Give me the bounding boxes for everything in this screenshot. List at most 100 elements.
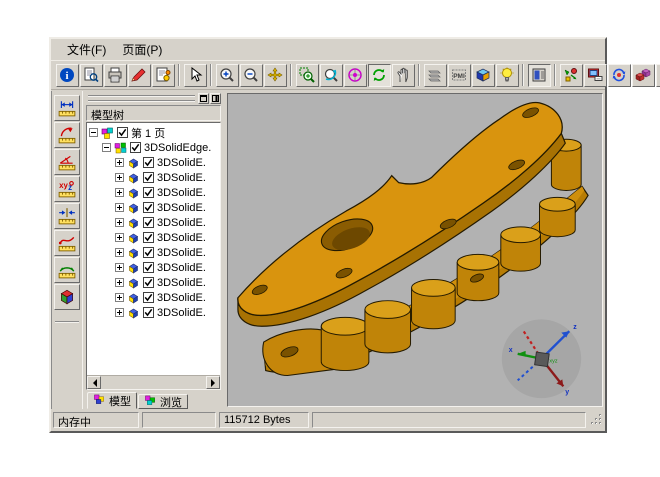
expand-toggle[interactable] <box>115 173 124 182</box>
spin-button[interactable] <box>368 64 391 87</box>
tree-row-part[interactable]: 3DSolidE. <box>89 200 220 215</box>
expand-toggle[interactable] <box>115 263 124 272</box>
layers-button[interactable] <box>424 64 447 87</box>
view-cube-button[interactable] <box>472 64 495 87</box>
scroll-left-button[interactable] <box>87 376 101 389</box>
panel-grip[interactable] <box>86 93 221 103</box>
visibility-checkbox[interactable] <box>143 262 154 273</box>
toolbar-separator <box>522 64 524 86</box>
tree-row-part[interactable]: 3DSolidE. <box>89 215 220 230</box>
expand-toggle[interactable] <box>115 203 124 212</box>
visibility-checkbox[interactable] <box>143 202 154 213</box>
solid-cube-icon <box>127 217 140 229</box>
zoom-in-button[interactable] <box>216 64 239 87</box>
solids-button[interactable] <box>632 64 655 87</box>
pan-button[interactable] <box>264 64 287 87</box>
panel-float-button[interactable] <box>198 93 209 104</box>
dim-distance-button[interactable] <box>54 203 80 229</box>
annotate-button[interactable] <box>128 64 151 87</box>
pmi-button[interactable]: PMI <box>448 64 471 87</box>
expand-toggle[interactable] <box>115 278 124 287</box>
info-icon: i <box>59 67 75 83</box>
visibility-checkbox[interactable] <box>143 307 154 318</box>
expand-toggle[interactable] <box>115 158 124 167</box>
bom-button[interactable]: BOM <box>656 64 660 87</box>
menu-file[interactable]: 文件(F) <box>59 39 114 60</box>
tab-label: 浏览 <box>160 394 182 410</box>
tree-node-label: 3DSolidE. <box>157 307 206 319</box>
tab-browse[interactable]: 浏览 <box>138 394 188 409</box>
viewport[interactable]: z x y xyz <box>227 93 603 407</box>
visibility-checkbox[interactable] <box>143 172 154 183</box>
expand-toggle[interactable] <box>115 248 124 257</box>
export-button[interactable] <box>152 64 175 87</box>
info-button[interactable]: i <box>56 64 79 87</box>
toolbar-group: BOM <box>559 64 660 87</box>
zoom-out-button[interactable] <box>240 64 263 87</box>
tree-row-part[interactable]: 3DSolidE. <box>89 170 220 185</box>
tab-label: 模型 <box>109 393 131 409</box>
dim-angle-button[interactable] <box>54 149 80 175</box>
update-view-button[interactable] <box>608 64 631 87</box>
zoom-window-button[interactable] <box>296 64 319 87</box>
visibility-checkbox[interactable] <box>117 127 128 138</box>
visibility-checkbox[interactable] <box>130 142 141 153</box>
solid-cube-icon <box>127 157 140 169</box>
visibility-checkbox[interactable] <box>143 247 154 258</box>
panel-grip-lines[interactable] <box>88 96 195 101</box>
dim-radius-button[interactable] <box>54 122 80 148</box>
tree-horizontal-scrollbar[interactable] <box>87 375 220 389</box>
3d-view[interactable]: z x y xyz <box>228 94 602 406</box>
expand-toggle[interactable] <box>115 293 124 302</box>
lighting-button[interactable] <box>496 64 519 87</box>
assembly-button[interactable] <box>560 64 583 87</box>
expand-toggle[interactable] <box>115 218 124 227</box>
resize-grip[interactable] <box>590 413 603 426</box>
tree-row-part[interactable]: 3DSolidE. <box>89 230 220 245</box>
orbit-button[interactable] <box>344 64 367 87</box>
tab-model[interactable]: 模型 <box>87 392 137 409</box>
tree-row-part[interactable]: 3DSolidE. <box>89 245 220 260</box>
print-button[interactable] <box>104 64 127 87</box>
dim-coordinate-button[interactable]: xyz <box>54 176 80 202</box>
part-top-plate <box>238 103 562 316</box>
tree-row-part[interactable]: 3DSolidE. <box>89 155 220 170</box>
screen-print-button[interactable] <box>584 64 607 87</box>
expand-toggle[interactable] <box>115 233 124 242</box>
dim-arc-button[interactable] <box>54 257 80 283</box>
menu-page[interactable]: 页面(P) <box>114 39 170 60</box>
panel-hide-button[interactable] <box>210 93 221 104</box>
visibility-checkbox[interactable] <box>143 187 154 198</box>
expand-toggle[interactable] <box>115 188 124 197</box>
visibility-checkbox[interactable] <box>143 217 154 228</box>
tree-row-part[interactable]: 3DSolidE. <box>89 305 220 320</box>
visibility-checkbox[interactable] <box>143 157 154 168</box>
dim-horizontal-icon <box>58 99 76 117</box>
visibility-checkbox[interactable] <box>143 277 154 288</box>
visibility-checkbox[interactable] <box>143 292 154 303</box>
tree-row-part[interactable]: 3DSolidE. <box>89 260 220 275</box>
tree-row-part[interactable]: 3DSolidE. <box>89 185 220 200</box>
tree-row-assembly[interactable]: 3DSolidEdge. <box>89 140 220 155</box>
hand-pan-button[interactable] <box>392 64 415 87</box>
open-preview-button[interactable] <box>80 64 103 87</box>
visibility-checkbox[interactable] <box>143 232 154 243</box>
collapse-toggle[interactable] <box>102 143 111 152</box>
view-3d-box-button[interactable] <box>54 284 80 310</box>
tree-node-label: 3DSolidE. <box>157 187 206 199</box>
rotate-view-button[interactable] <box>320 64 343 87</box>
expand-toggle[interactable] <box>115 308 124 317</box>
tree-row-page[interactable]: 第 1 页 <box>89 125 220 140</box>
select-button[interactable] <box>184 64 207 87</box>
tree-row-part[interactable]: 3DSolidE. <box>89 290 220 305</box>
tree-node-label: 3DSolidE. <box>157 277 206 289</box>
model-tree-toggle-button[interactable] <box>528 64 551 87</box>
collapse-toggle[interactable] <box>89 128 98 137</box>
toolbar-separator <box>418 64 420 86</box>
dim-horizontal-button[interactable] <box>54 95 80 121</box>
dim-curve-button[interactable] <box>54 230 80 256</box>
scroll-right-button[interactable] <box>206 376 220 389</box>
tree-row-part[interactable]: 3DSolidE. <box>89 275 220 290</box>
svg-text:x: x <box>509 347 513 354</box>
panel-tabs: 模型 浏览 <box>86 390 221 409</box>
